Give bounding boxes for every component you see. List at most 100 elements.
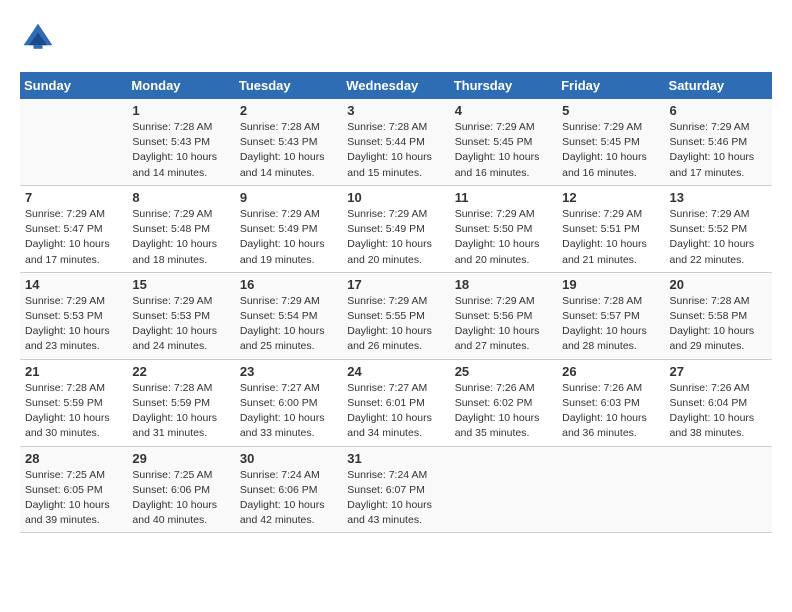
day-number: 20 — [670, 277, 768, 292]
day-number: 22 — [132, 364, 230, 379]
day-cell: 22Sunrise: 7:28 AMSunset: 5:59 PMDayligh… — [127, 359, 234, 446]
calendar-header-row: SundayMondayTuesdayWednesdayThursdayFrid… — [20, 72, 772, 99]
column-header-wednesday: Wednesday — [342, 72, 449, 99]
day-info: Sunrise: 7:29 AMSunset: 5:50 PMDaylight:… — [455, 207, 553, 268]
day-cell: 26 Sunrise: 7:26 AMSunset: 6:03 PMDayligh… — [557, 359, 664, 446]
column-header-sunday: Sunday — [20, 72, 127, 99]
day-number: 5 — [562, 103, 660, 118]
logo — [20, 20, 62, 56]
day-info: Sunrise: 7:29 AMSunset: 5:46 PMDaylight:… — [670, 120, 768, 181]
day-cell: 5 Sunrise: 7:29 AMSunset: 5:45 PMDaylight… — [557, 99, 664, 185]
day-cell: 23 Sunrise: 7:27 AMSunset: 6:00 PMDayligh… — [235, 359, 342, 446]
day-info: Sunrise: 7:28 AMSunset: 5:43 PMDaylight:… — [240, 120, 338, 181]
day-cell: 10 Sunrise: 7:29 AMSunset: 5:49 PMDayligh… — [342, 185, 449, 272]
day-info: Sunrise: 7:29 AMSunset: 5:51 PMDaylight:… — [562, 207, 660, 268]
day-cell — [20, 99, 127, 185]
day-cell: 21Sunrise: 7:28 AMSunset: 5:59 PMDayligh… — [20, 359, 127, 446]
day-number: 16 — [240, 277, 338, 292]
day-info: Sunrise: 7:25 AMSunset: 6:05 PMDaylight:… — [25, 468, 123, 529]
day-number: 28 — [25, 451, 123, 466]
day-info: Sunrise: 7:29 AMSunset: 5:45 PMDaylight:… — [562, 120, 660, 181]
day-cell: 29Sunrise: 7:25 AMSunset: 6:06 PMDayligh… — [127, 446, 234, 533]
page-header — [20, 20, 772, 56]
day-cell: 1 Sunrise: 7:28 AMSunset: 5:43 PMDaylight… — [127, 99, 234, 185]
day-info: Sunrise: 7:28 AMSunset: 5:58 PMDaylight:… — [670, 294, 768, 355]
day-number: 14 — [25, 277, 123, 292]
day-number: 18 — [455, 277, 553, 292]
day-number: 9 — [240, 190, 338, 205]
day-info: Sunrise: 7:26 AMSunset: 6:02 PMDaylight:… — [455, 381, 553, 442]
logo-icon — [20, 20, 56, 56]
day-number: 29 — [132, 451, 230, 466]
day-info: Sunrise: 7:28 AMSunset: 5:59 PMDaylight:… — [25, 381, 123, 442]
day-number: 27 — [670, 364, 768, 379]
day-info: Sunrise: 7:29 AMSunset: 5:49 PMDaylight:… — [347, 207, 445, 268]
column-header-friday: Friday — [557, 72, 664, 99]
day-cell — [665, 446, 772, 533]
day-info: Sunrise: 7:29 AMSunset: 5:53 PMDaylight:… — [132, 294, 230, 355]
day-info: Sunrise: 7:29 AMSunset: 5:49 PMDaylight:… — [240, 207, 338, 268]
calendar-table: SundayMondayTuesdayWednesdayThursdayFrid… — [20, 72, 772, 533]
day-info: Sunrise: 7:24 AMSunset: 6:06 PMDaylight:… — [240, 468, 338, 529]
day-number: 10 — [347, 190, 445, 205]
week-row-1: 1 Sunrise: 7:28 AMSunset: 5:43 PMDaylight… — [20, 99, 772, 185]
day-cell: 24 Sunrise: 7:27 AMSunset: 6:01 PMDayligh… — [342, 359, 449, 446]
day-cell: 6 Sunrise: 7:29 AMSunset: 5:46 PMDaylight… — [665, 99, 772, 185]
day-info: Sunrise: 7:27 AMSunset: 6:01 PMDaylight:… — [347, 381, 445, 442]
day-cell — [450, 446, 557, 533]
day-cell: 2 Sunrise: 7:28 AMSunset: 5:43 PMDaylight… — [235, 99, 342, 185]
column-header-monday: Monday — [127, 72, 234, 99]
day-cell: 14 Sunrise: 7:29 AMSunset: 5:53 PMDayligh… — [20, 272, 127, 359]
day-cell: 11 Sunrise: 7:29 AMSunset: 5:50 PMDayligh… — [450, 185, 557, 272]
day-cell — [557, 446, 664, 533]
day-info: Sunrise: 7:28 AMSunset: 5:44 PMDaylight:… — [347, 120, 445, 181]
day-info: Sunrise: 7:28 AMSunset: 5:57 PMDaylight:… — [562, 294, 660, 355]
day-cell: 27 Sunrise: 7:26 AMSunset: 6:04 PMDayligh… — [665, 359, 772, 446]
day-number: 31 — [347, 451, 445, 466]
day-cell: 13Sunrise: 7:29 AMSunset: 5:52 PMDayligh… — [665, 185, 772, 272]
day-info: Sunrise: 7:29 AMSunset: 5:53 PMDaylight:… — [25, 294, 123, 355]
day-number: 12 — [562, 190, 660, 205]
day-cell: 20 Sunrise: 7:28 AMSunset: 5:58 PMDayligh… — [665, 272, 772, 359]
day-number: 24 — [347, 364, 445, 379]
day-number: 23 — [240, 364, 338, 379]
week-row-4: 21Sunrise: 7:28 AMSunset: 5:59 PMDayligh… — [20, 359, 772, 446]
day-cell: 15 Sunrise: 7:29 AMSunset: 5:53 PMDayligh… — [127, 272, 234, 359]
day-info: Sunrise: 7:29 AMSunset: 5:45 PMDaylight:… — [455, 120, 553, 181]
day-cell: 30 Sunrise: 7:24 AMSunset: 6:06 PMDayligh… — [235, 446, 342, 533]
day-cell: 3 Sunrise: 7:28 AMSunset: 5:44 PMDaylight… — [342, 99, 449, 185]
day-number: 6 — [670, 103, 768, 118]
day-cell: 28 Sunrise: 7:25 AMSunset: 6:05 PMDayligh… — [20, 446, 127, 533]
day-cell: 4Sunrise: 7:29 AMSunset: 5:45 PMDaylight… — [450, 99, 557, 185]
day-number: 1 — [132, 103, 230, 118]
day-number: 7 — [25, 190, 123, 205]
day-info: Sunrise: 7:26 AMSunset: 6:03 PMDaylight:… — [562, 381, 660, 442]
day-number: 26 — [562, 364, 660, 379]
day-cell: 8Sunrise: 7:29 AMSunset: 5:48 PMDaylight… — [127, 185, 234, 272]
day-info: Sunrise: 7:29 AMSunset: 5:56 PMDaylight:… — [455, 294, 553, 355]
day-info: Sunrise: 7:26 AMSunset: 6:04 PMDaylight:… — [670, 381, 768, 442]
day-info: Sunrise: 7:29 AMSunset: 5:54 PMDaylight:… — [240, 294, 338, 355]
week-row-2: 7Sunrise: 7:29 AMSunset: 5:47 PMDaylight… — [20, 185, 772, 272]
week-row-5: 28 Sunrise: 7:25 AMSunset: 6:05 PMDayligh… — [20, 446, 772, 533]
day-info: Sunrise: 7:29 AMSunset: 5:55 PMDaylight:… — [347, 294, 445, 355]
day-cell: 31Sunrise: 7:24 AMSunset: 6:07 PMDayligh… — [342, 446, 449, 533]
day-info: Sunrise: 7:29 AMSunset: 5:48 PMDaylight:… — [132, 207, 230, 268]
day-number: 3 — [347, 103, 445, 118]
column-header-tuesday: Tuesday — [235, 72, 342, 99]
day-number: 2 — [240, 103, 338, 118]
day-number: 30 — [240, 451, 338, 466]
day-number: 25 — [455, 364, 553, 379]
day-number: 15 — [132, 277, 230, 292]
day-cell: 19 Sunrise: 7:28 AMSunset: 5:57 PMDayligh… — [557, 272, 664, 359]
day-info: Sunrise: 7:28 AMSunset: 5:43 PMDaylight:… — [132, 120, 230, 181]
day-cell: 16 Sunrise: 7:29 AMSunset: 5:54 PMDayligh… — [235, 272, 342, 359]
column-header-thursday: Thursday — [450, 72, 557, 99]
day-number: 11 — [455, 190, 553, 205]
day-cell: 7Sunrise: 7:29 AMSunset: 5:47 PMDaylight… — [20, 185, 127, 272]
day-info: Sunrise: 7:27 AMSunset: 6:00 PMDaylight:… — [240, 381, 338, 442]
day-cell: 25 Sunrise: 7:26 AMSunset: 6:02 PMDayligh… — [450, 359, 557, 446]
day-number: 19 — [562, 277, 660, 292]
column-header-saturday: Saturday — [665, 72, 772, 99]
day-number: 13 — [670, 190, 768, 205]
